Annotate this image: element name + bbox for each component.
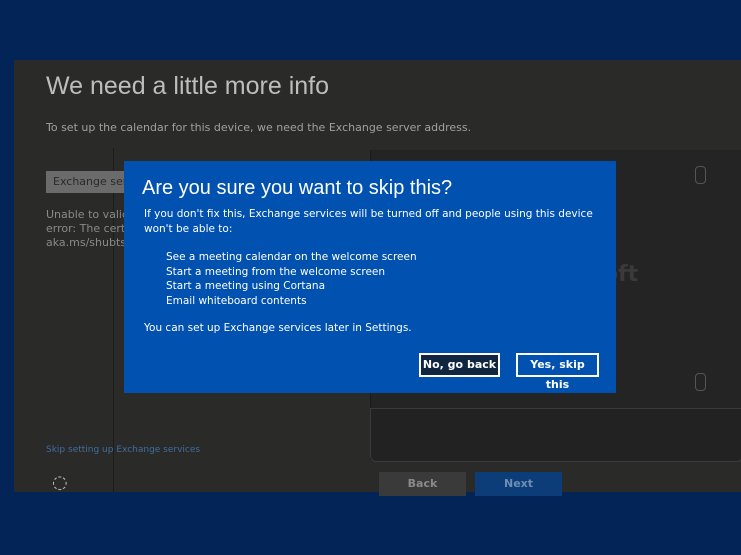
page-title: We need a little more info: [46, 72, 330, 100]
list-item: Start a meeting from the welcome screen: [166, 265, 386, 278]
error-line: error: The certificate: [46, 222, 126, 235]
skip-confirm-dialog: Are you sure you want to skip this? If y…: [124, 161, 616, 393]
list-item: Email whiteboard contents: [166, 294, 307, 307]
dialog-body: If you don't fix this, Exchange services…: [144, 208, 593, 235]
next-button[interactable]: Next: [475, 472, 562, 496]
skip-exchange-link[interactable]: Skip setting up Exchange services: [46, 445, 200, 455]
no-go-back-button[interactable]: No, go back: [419, 353, 500, 377]
exchange-server-input[interactable]: Exchange server: [46, 171, 136, 193]
dialog-footer: You can set up Exchange services later i…: [144, 322, 412, 334]
side-panel: [14, 148, 114, 492]
dialog-title: Are you sure you want to skip this?: [142, 177, 453, 199]
screw-icon: [695, 166, 706, 184]
error-message: Unable to validate error: The certificat…: [46, 208, 126, 250]
list-item: See a meeting calendar on the welcome sc…: [166, 251, 417, 263]
list-item: Start a meeting using Cortana: [166, 280, 326, 292]
error-line: Unable to validate: [46, 208, 126, 221]
screw-icon: [695, 373, 706, 391]
back-button[interactable]: Back: [379, 472, 466, 496]
yes-skip-button[interactable]: Yes, skip this: [516, 353, 599, 391]
page-subtitle: To set up the calendar for this device, …: [46, 121, 472, 134]
accessibility-icon[interactable]: ◌: [52, 472, 68, 493]
device-illustration-base: [370, 408, 741, 462]
dialog-list: See a meeting calendar on the welcome sc…: [166, 250, 417, 308]
error-line: aka.ms/shubtshoot: [46, 236, 126, 249]
